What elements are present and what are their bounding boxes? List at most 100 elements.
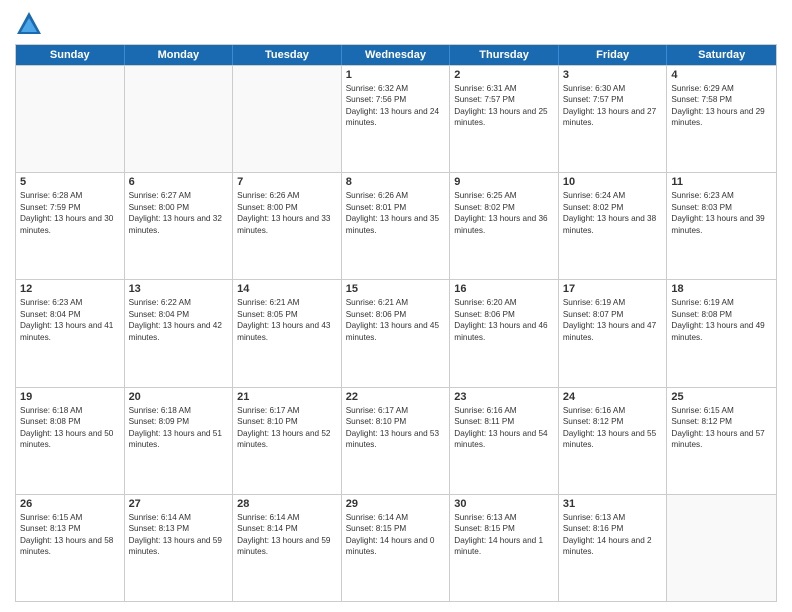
day-cell-5: 5 Sunrise: 6:28 AM Sunset: 7:59 PM Daylig… <box>16 173 125 279</box>
day-number: 27 <box>129 498 229 510</box>
day-cell-2: 2 Sunrise: 6:31 AM Sunset: 7:57 PM Daylig… <box>450 66 559 172</box>
day-cell-1: 1Sunrise: 6:32 AM Sunset: 7:56 PM Daylig… <box>342 66 451 172</box>
empty-cell <box>125 66 234 172</box>
day-cell-23: 23Sunrise: 6:16 AM Sunset: 8:11 PM Dayli… <box>450 388 559 494</box>
day-cell-10: 10 Sunrise: 6:24 AM Sunset: 8:02 PM Dayli… <box>559 173 668 279</box>
empty-cell <box>667 495 776 601</box>
day-number: 26 <box>20 498 120 510</box>
day-info: Sunrise: 6:27 AM Sunset: 8:00 PM Dayligh… <box>129 190 229 236</box>
day-info: Sunrise: 6:21 AM Sunset: 8:05 PM Dayligh… <box>237 297 337 343</box>
day-number: 11 <box>671 176 772 188</box>
day-info: Sunrise: 6:17 AM Sunset: 8:10 PM Dayligh… <box>346 405 446 451</box>
day-info: Sunrise: 6:19 AM Sunset: 8:07 PM Dayligh… <box>563 297 663 343</box>
day-number: 8 <box>346 176 446 188</box>
day-number: 30 <box>454 498 554 510</box>
day-info: Sunrise: 6:13 AM Sunset: 8:15 PM Dayligh… <box>454 512 554 558</box>
day-cell-4: 4 Sunrise: 6:29 AM Sunset: 7:58 PM Daylig… <box>667 66 776 172</box>
day-info: Sunrise: 6:14 AM Sunset: 8:14 PM Dayligh… <box>237 512 337 558</box>
day-cell-20: 20 Sunrise: 6:18 AM Sunset: 8:09 PM Dayli… <box>125 388 234 494</box>
day-cell-14: 14 Sunrise: 6:21 AM Sunset: 8:05 PM Dayli… <box>233 280 342 386</box>
day-cell-17: 17 Sunrise: 6:19 AM Sunset: 8:07 PM Dayli… <box>559 280 668 386</box>
day-info: Sunrise: 6:24 AM Sunset: 8:02 PM Dayligh… <box>563 190 663 236</box>
day-cell-11: 11 Sunrise: 6:23 AM Sunset: 8:03 PM Dayli… <box>667 173 776 279</box>
calendar-row-1: 1Sunrise: 6:32 AM Sunset: 7:56 PM Daylig… <box>16 65 776 172</box>
day-info: Sunrise: 6:28 AM Sunset: 7:59 PM Dayligh… <box>20 190 120 236</box>
day-number: 1 <box>346 69 446 81</box>
day-header-sunday: Sunday <box>16 45 125 65</box>
day-info: Sunrise: 6:13 AM Sunset: 8:16 PM Dayligh… <box>563 512 663 558</box>
day-number: 3 <box>563 69 663 81</box>
day-number: 23 <box>454 391 554 403</box>
day-header-tuesday: Tuesday <box>233 45 342 65</box>
calendar-header: SundayMondayTuesdayWednesdayThursdayFrid… <box>16 45 776 65</box>
header <box>15 10 777 38</box>
day-info: Sunrise: 6:17 AM Sunset: 8:10 PM Dayligh… <box>237 405 337 451</box>
day-info: Sunrise: 6:19 AM Sunset: 8:08 PM Dayligh… <box>671 297 772 343</box>
day-info: Sunrise: 6:18 AM Sunset: 8:08 PM Dayligh… <box>20 405 120 451</box>
day-number: 9 <box>454 176 554 188</box>
calendar-row-2: 5 Sunrise: 6:28 AM Sunset: 7:59 PM Daylig… <box>16 172 776 279</box>
day-number: 14 <box>237 283 337 295</box>
day-info: Sunrise: 6:15 AM Sunset: 8:13 PM Dayligh… <box>20 512 120 558</box>
day-number: 2 <box>454 69 554 81</box>
day-number: 20 <box>129 391 229 403</box>
logo-icon <box>15 10 43 38</box>
day-info: Sunrise: 6:16 AM Sunset: 8:12 PM Dayligh… <box>563 405 663 451</box>
day-info: Sunrise: 6:23 AM Sunset: 8:04 PM Dayligh… <box>20 297 120 343</box>
day-info: Sunrise: 6:26 AM Sunset: 8:00 PM Dayligh… <box>237 190 337 236</box>
day-cell-27: 27Sunrise: 6:14 AM Sunset: 8:13 PM Dayli… <box>125 495 234 601</box>
day-number: 21 <box>237 391 337 403</box>
day-number: 19 <box>20 391 120 403</box>
day-number: 12 <box>20 283 120 295</box>
day-number: 31 <box>563 498 663 510</box>
day-header-friday: Friday <box>559 45 668 65</box>
day-number: 25 <box>671 391 772 403</box>
day-cell-7: 7 Sunrise: 6:26 AM Sunset: 8:00 PM Daylig… <box>233 173 342 279</box>
day-info: Sunrise: 6:14 AM Sunset: 8:15 PM Dayligh… <box>346 512 446 558</box>
day-info: Sunrise: 6:25 AM Sunset: 8:02 PM Dayligh… <box>454 190 554 236</box>
calendar-body: 1Sunrise: 6:32 AM Sunset: 7:56 PM Daylig… <box>16 65 776 601</box>
day-number: 4 <box>671 69 772 81</box>
day-info: Sunrise: 6:29 AM Sunset: 7:58 PM Dayligh… <box>671 83 772 129</box>
day-number: 29 <box>346 498 446 510</box>
day-number: 7 <box>237 176 337 188</box>
day-cell-25: 25 Sunrise: 6:15 AM Sunset: 8:12 PM Dayli… <box>667 388 776 494</box>
day-number: 15 <box>346 283 446 295</box>
day-header-wednesday: Wednesday <box>342 45 451 65</box>
day-cell-31: 31 Sunrise: 6:13 AM Sunset: 8:16 PM Dayli… <box>559 495 668 601</box>
day-info: Sunrise: 6:26 AM Sunset: 8:01 PM Dayligh… <box>346 190 446 236</box>
day-cell-19: 19 Sunrise: 6:18 AM Sunset: 8:08 PM Dayli… <box>16 388 125 494</box>
day-number: 13 <box>129 283 229 295</box>
calendar-row-4: 19 Sunrise: 6:18 AM Sunset: 8:08 PM Dayli… <box>16 387 776 494</box>
day-header-monday: Monday <box>125 45 234 65</box>
empty-cell <box>233 66 342 172</box>
day-number: 17 <box>563 283 663 295</box>
day-info: Sunrise: 6:31 AM Sunset: 7:57 PM Dayligh… <box>454 83 554 129</box>
day-cell-26: 26 Sunrise: 6:15 AM Sunset: 8:13 PM Dayli… <box>16 495 125 601</box>
calendar: SundayMondayTuesdayWednesdayThursdayFrid… <box>15 44 777 602</box>
day-info: Sunrise: 6:18 AM Sunset: 8:09 PM Dayligh… <box>129 405 229 451</box>
day-cell-28: 28 Sunrise: 6:14 AM Sunset: 8:14 PM Dayli… <box>233 495 342 601</box>
day-info: Sunrise: 6:21 AM Sunset: 8:06 PM Dayligh… <box>346 297 446 343</box>
day-number: 6 <box>129 176 229 188</box>
day-number: 18 <box>671 283 772 295</box>
day-number: 28 <box>237 498 337 510</box>
day-info: Sunrise: 6:23 AM Sunset: 8:03 PM Dayligh… <box>671 190 772 236</box>
day-number: 16 <box>454 283 554 295</box>
day-cell-9: 9 Sunrise: 6:25 AM Sunset: 8:02 PM Daylig… <box>450 173 559 279</box>
logo <box>15 10 47 38</box>
day-cell-13: 13 Sunrise: 6:22 AM Sunset: 8:04 PM Dayli… <box>125 280 234 386</box>
day-number: 5 <box>20 176 120 188</box>
day-cell-15: 15 Sunrise: 6:21 AM Sunset: 8:06 PM Dayli… <box>342 280 451 386</box>
day-number: 10 <box>563 176 663 188</box>
day-info: Sunrise: 6:22 AM Sunset: 8:04 PM Dayligh… <box>129 297 229 343</box>
day-number: 22 <box>346 391 446 403</box>
day-info: Sunrise: 6:15 AM Sunset: 8:12 PM Dayligh… <box>671 405 772 451</box>
calendar-row-3: 12 Sunrise: 6:23 AM Sunset: 8:04 PM Dayli… <box>16 279 776 386</box>
day-header-saturday: Saturday <box>667 45 776 65</box>
day-header-thursday: Thursday <box>450 45 559 65</box>
day-cell-3: 3Sunrise: 6:30 AM Sunset: 7:57 PM Daylig… <box>559 66 668 172</box>
empty-cell <box>16 66 125 172</box>
day-number: 24 <box>563 391 663 403</box>
page: SundayMondayTuesdayWednesdayThursdayFrid… <box>0 0 792 612</box>
